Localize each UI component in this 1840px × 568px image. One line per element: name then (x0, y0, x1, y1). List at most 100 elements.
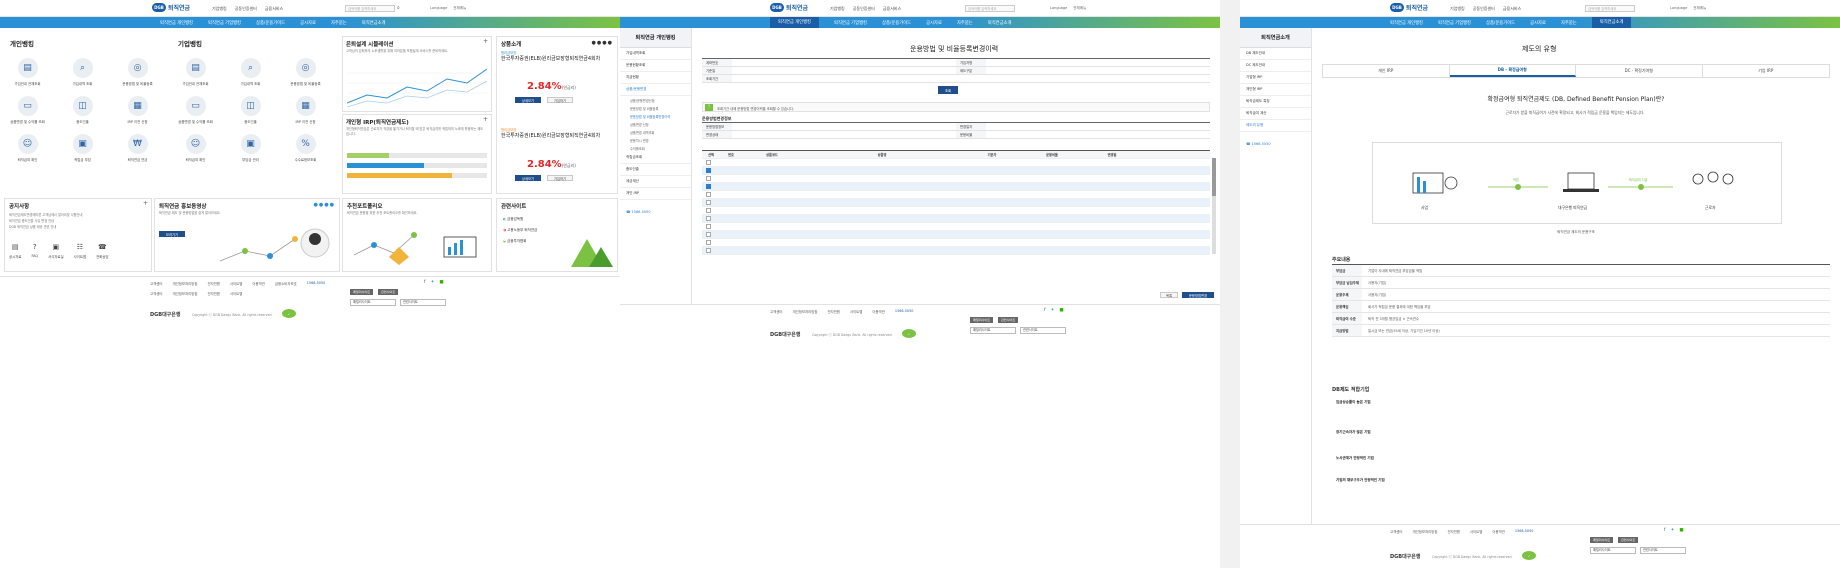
tab-dc[interactable]: DC - 확정기여형 (1576, 65, 1703, 77)
table-row[interactable] (702, 223, 1210, 231)
corporate-menu-item[interactable]: ⌕ 가입내역 조회 (223, 58, 278, 86)
lnb-item[interactable]: 지급현황 (620, 72, 691, 84)
top-link[interactable]: 공동인증센터 (853, 6, 875, 12)
lnb-item-active[interactable]: 상품/운용변경 (620, 84, 691, 96)
quick-link[interactable]: ▤ 공시자료 (9, 243, 21, 259)
gnb-item[interactable]: 자주묻는 (1561, 20, 1577, 28)
corporate-menu-item[interactable]: % 수수료정보조회 (278, 134, 333, 162)
search-button[interactable]: 조회 (938, 86, 958, 94)
footer-link[interactable]: 고객센터 (150, 281, 162, 286)
twitter-icon[interactable]: ✦ (1051, 308, 1055, 313)
lnb-item[interactable]: 중도인출 (620, 164, 691, 176)
top-link[interactable]: 기업뱅킹 (830, 6, 845, 12)
table-row[interactable] (702, 215, 1210, 223)
detail-button[interactable]: 상세보기 (515, 175, 541, 181)
row-checkbox[interactable] (706, 192, 711, 197)
corporate-menu-item[interactable]: ▤ 가입안내 전체조회 (168, 58, 223, 86)
facebook-icon[interactable]: f (424, 280, 426, 285)
row-checkbox[interactable] (706, 184, 711, 189)
row-checkbox[interactable] (706, 224, 711, 229)
simulation-box[interactable]: 은퇴설계 시뮬레이션 고객님의 은퇴후의 노후생활을 위해 여러분을 포함설계 … (342, 36, 492, 112)
join-button[interactable]: 가입하기 (547, 175, 573, 181)
quick-link[interactable]: ☷ 사이트맵 (74, 243, 86, 259)
top-link[interactable]: 금융서비스 (883, 6, 901, 12)
family-site-button[interactable]: 패밀리사이트 (350, 289, 374, 295)
lnb-item-active[interactable]: 제도의 유형 (1240, 120, 1311, 132)
gnb-item[interactable]: 자주묻는 (331, 20, 347, 26)
family-site-select[interactable]: 패밀리사이트 (350, 299, 396, 306)
footer-link[interactable]: 이용약관 (252, 281, 264, 286)
logo[interactable]: DGB 퇴직연금 (770, 3, 808, 12)
corporate-menu-item[interactable]: ◫ 중도인출 (223, 96, 278, 124)
language-link[interactable]: Language (430, 6, 447, 11)
lnb-item[interactable]: DB 제도안내 (1240, 48, 1311, 60)
tab-irp[interactable]: 개인 IRP (1323, 65, 1450, 77)
lnb-sub[interactable]: 운용방법 및 비율등록 (620, 104, 691, 112)
family-site-button[interactable]: 패밀리사이트 (1590, 537, 1614, 543)
related-site-select[interactable]: 관련사이트 (400, 299, 446, 306)
row-checkbox[interactable] (706, 200, 711, 205)
lnb-item[interactable]: 세금계산 (620, 176, 691, 188)
quick-link[interactable]: ▣ 서식자료실 (48, 243, 64, 259)
lnb-item[interactable]: DC 제도안내 (1240, 60, 1311, 72)
lnb-sub[interactable]: 상품/운용변경신청 (620, 96, 691, 104)
footer-link[interactable]: 개인정보처리방침 (172, 281, 197, 286)
list-button[interactable]: 목록 (1160, 292, 1178, 298)
footer-link[interactable]: 전자민원 (207, 281, 219, 286)
gnb-item[interactable]: 퇴직연금소개 (362, 20, 386, 26)
gnb-item[interactable]: 상품/운용가이드 (882, 20, 911, 28)
related-site-select[interactable]: 관련사이트 (1640, 547, 1686, 554)
related-site-button[interactable]: 관련사이트 (1618, 537, 1639, 543)
notice-item[interactable]: 퇴직연금 중도인출 사유 변경 안내 (9, 219, 54, 224)
search-input[interactable]: 검색어를 입력하세요 (965, 5, 1015, 12)
footer-link[interactable]: 개인정보처리방침 (792, 309, 817, 314)
twitter-icon[interactable]: ✦ (1671, 528, 1675, 533)
all-menu-link[interactable]: 전체메뉴 (1073, 6, 1086, 11)
row-checkbox[interactable] (706, 160, 711, 165)
language-link[interactable]: Language (1670, 6, 1687, 11)
gnb-item-active[interactable]: 퇴직연금 개인뱅킹 (770, 17, 819, 28)
personal-menu-item[interactable]: ⌕ 가입내역 조회 (55, 58, 110, 86)
top-link[interactable]: 기업뱅킹 (1450, 6, 1465, 12)
save-button[interactable]: 운용방법변경 (1182, 292, 1214, 298)
lnb-sub[interactable]: 수익률조회 (620, 144, 691, 152)
plus-icon[interactable]: + (483, 116, 488, 123)
irp-box[interactable]: 개인형 IRP(퇴직연금제도) 개인형퇴직연금은 근로자가 직장을 옮기거나 퇴… (342, 114, 492, 194)
footer-link[interactable]: 이용약관 (1492, 529, 1504, 534)
row-checkbox[interactable] (706, 240, 711, 245)
gnb-item[interactable]: 상품/운용가이드 (256, 20, 285, 26)
lnb-item[interactable]: 적립금조회 (620, 152, 691, 164)
personal-menu-item[interactable]: ◎ 운용방법 및 비율등록 (110, 58, 165, 86)
lnb-item[interactable]: 기업형 IRP (1240, 72, 1311, 84)
gnb-item[interactable]: 공시자료 (926, 20, 942, 28)
all-menu-link[interactable]: 전체메뉴 (1693, 6, 1706, 11)
language-link[interactable]: Language (1050, 6, 1067, 11)
slider-dots[interactable]: ●●●● (314, 202, 335, 208)
lnb-item[interactable]: 퇴직급여 계산 (1240, 108, 1311, 120)
promo-box[interactable]: 퇴직연금 홍보동영상 ●●●● 퇴직연금 제도 및 운용방법을 쉽게 알아보세요… (154, 198, 340, 272)
top-link[interactable]: 공동인증센터 (235, 6, 257, 12)
table-row[interactable] (702, 167, 1210, 175)
related-link[interactable]: ◒ 금융투자협회 (503, 239, 537, 244)
recommend-box[interactable]: 추천포트폴리오 퇴직연금 운용을 위한 추천 포트폴리오를 확인하세요. (342, 198, 492, 272)
twitter-icon[interactable]: ✦ (431, 280, 435, 285)
row-checkbox[interactable] (706, 248, 711, 253)
lnb-item[interactable]: 가입내역조회 (620, 48, 691, 60)
row-checkbox[interactable] (706, 232, 711, 237)
lnb-item[interactable]: 개인 IRP (620, 188, 691, 200)
footer-link[interactable]: 고객센터 (1390, 529, 1402, 534)
row-checkbox[interactable] (706, 176, 711, 181)
gnb-item[interactable]: 퇴직연금 기업뱅킹 (208, 20, 241, 26)
footer-link[interactable]: 개인정보처리방침 (1412, 529, 1437, 534)
facebook-icon[interactable]: f (1044, 308, 1046, 313)
blog-icon[interactable]: ■ (1679, 528, 1683, 533)
footer-link[interactable]: 전자민원 (207, 291, 219, 296)
quick-link[interactable]: ? FAQ (31, 243, 38, 259)
lnb-sub[interactable]: 상품변경 신청 (620, 120, 691, 128)
plus-icon[interactable]: + (483, 38, 488, 45)
top-link[interactable]: 공동인증센터 (1473, 6, 1495, 12)
related-link[interactable]: ◐ 금융감독원 (503, 217, 537, 222)
logo[interactable]: DGB 퇴직연금 (152, 3, 190, 12)
gnb-item[interactable]: 공시자료 (300, 20, 316, 26)
table-row[interactable] (702, 175, 1210, 183)
